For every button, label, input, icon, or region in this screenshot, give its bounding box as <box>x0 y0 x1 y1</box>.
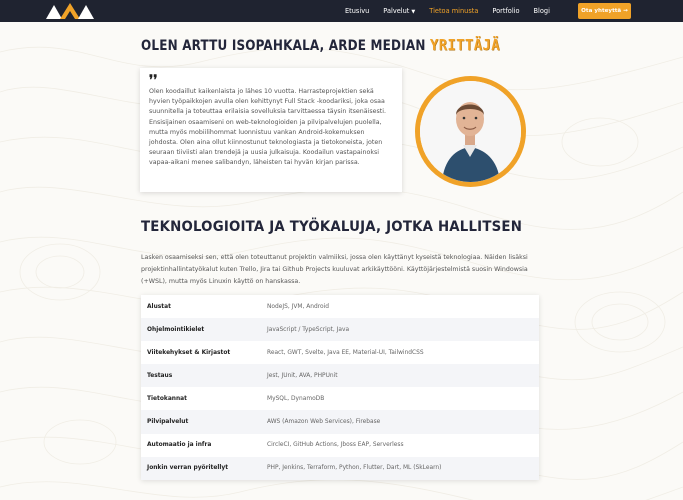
tech-heading: TEKNOLOGIOITA JA TYÖKALUJA, JOTKA HALLIT… <box>141 219 523 235</box>
table-cell-key: Ohjelmointikielet <box>147 326 205 333</box>
main-content: OLEN ARTTU ISOPAHKALA, ARDE MEDIAN YRITT… <box>0 22 683 500</box>
quote-icon: ❜❜ <box>149 73 158 88</box>
nav-link-portfolio[interactable]: Portfolio <box>492 7 519 15</box>
nav-link-palvelut-label: Palvelut <box>383 7 410 15</box>
about-quote-text: Olen koodaillut kaikenlaista jo lähes 10… <box>149 88 387 167</box>
profile-photo-frame <box>415 76 526 187</box>
table-cell-key: Viitekehykset & Kirjastot <box>147 349 231 356</box>
about-quote-card: ❜❜ Olen koodaillut kaikenlaista jo lähes… <box>140 68 402 192</box>
table-cell-key: Testaus <box>147 372 173 379</box>
table-row: Tietokannat MySQL, DynamoDB <box>141 387 539 410</box>
tech-table: Alustat NodeJS, JVM, Android Ohjelmointi… <box>141 295 539 480</box>
nav-link-blogi[interactable]: Blogi <box>534 7 550 15</box>
nav-link-tietoa-minusta[interactable]: Tietoa minusta <box>429 7 478 15</box>
table-cell-key: Pilvipalvelut <box>147 419 189 426</box>
profile-photo <box>420 81 521 182</box>
chevron-down-icon: ▼ <box>411 9 416 15</box>
about-heading-text: OLEN ARTTU ISOPAHKALA, ARDE MEDIAN <box>141 38 426 54</box>
table-cell-value: AWS (Amazon Web Services), Firebase <box>267 419 381 426</box>
table-cell-key: Tietokannat <box>147 395 187 402</box>
about-heading-accent: YRITTÄJÄ <box>429 36 501 54</box>
nav-link-palvelut[interactable]: Palvelut ▼ <box>383 7 415 15</box>
table-row: Jonkin verran pyöritellyt PHP, Jenkins, … <box>141 456 539 480</box>
tech-paragraph: Lasken osaamiseksi sen, että olen toteut… <box>141 254 528 285</box>
top-navbar: Etusivu Palvelut ▼ Tietoa minusta Portfol… <box>0 0 683 22</box>
table-row: Alustat NodeJS, JVM, Android <box>141 295 539 318</box>
table-cell-key: Automaatio ja infra <box>147 442 212 449</box>
nav-links: Etusivu Palvelut ▼ Tietoa minusta Portfol… <box>345 0 564 22</box>
contact-button[interactable]: Ota yhteyttä → <box>578 3 631 19</box>
table-row: Automaatio ja infra CircleCI, GitHub Act… <box>141 434 539 457</box>
table-row: Viitekehykset & Kirjastot React, GWT, Sv… <box>141 341 539 364</box>
nav-link-etusivu[interactable]: Etusivu <box>345 7 369 15</box>
about-heading: OLEN ARTTU ISOPAHKALA, ARDE MEDIAN YRITT… <box>141 36 500 54</box>
table-cell-value: PHP, Jenkins, Terraform, Python, Flutter… <box>267 465 442 472</box>
table-cell-key: Alustat <box>147 303 171 310</box>
ams-logo[interactable] <box>46 3 94 19</box>
table-cell-value: NodeJS, JVM, Android <box>267 303 329 310</box>
table-row: Pilvipalvelut AWS (Amazon Web Services),… <box>141 410 539 434</box>
table-row: Testaus Jest, JUnit, AVA, PHPUnit <box>141 364 539 388</box>
table-cell-key: Jonkin verran pyöritellyt <box>147 465 229 472</box>
table-cell-value: JavaScript / TypeScript, Java <box>267 326 350 333</box>
table-cell-value: React, GWT, Svelte, Java EE, Material-UI… <box>267 349 424 356</box>
table-row: Ohjelmointikielet JavaScript / TypeScrip… <box>141 318 539 342</box>
table-cell-value: MySQL, DynamoDB <box>267 395 325 402</box>
table-cell-value: Jest, JUnit, AVA, PHPUnit <box>267 372 338 379</box>
person-portrait-icon <box>420 81 521 182</box>
table-cell-value: CircleCI, GitHub Actions, Jboss EAP, Ser… <box>267 442 404 449</box>
